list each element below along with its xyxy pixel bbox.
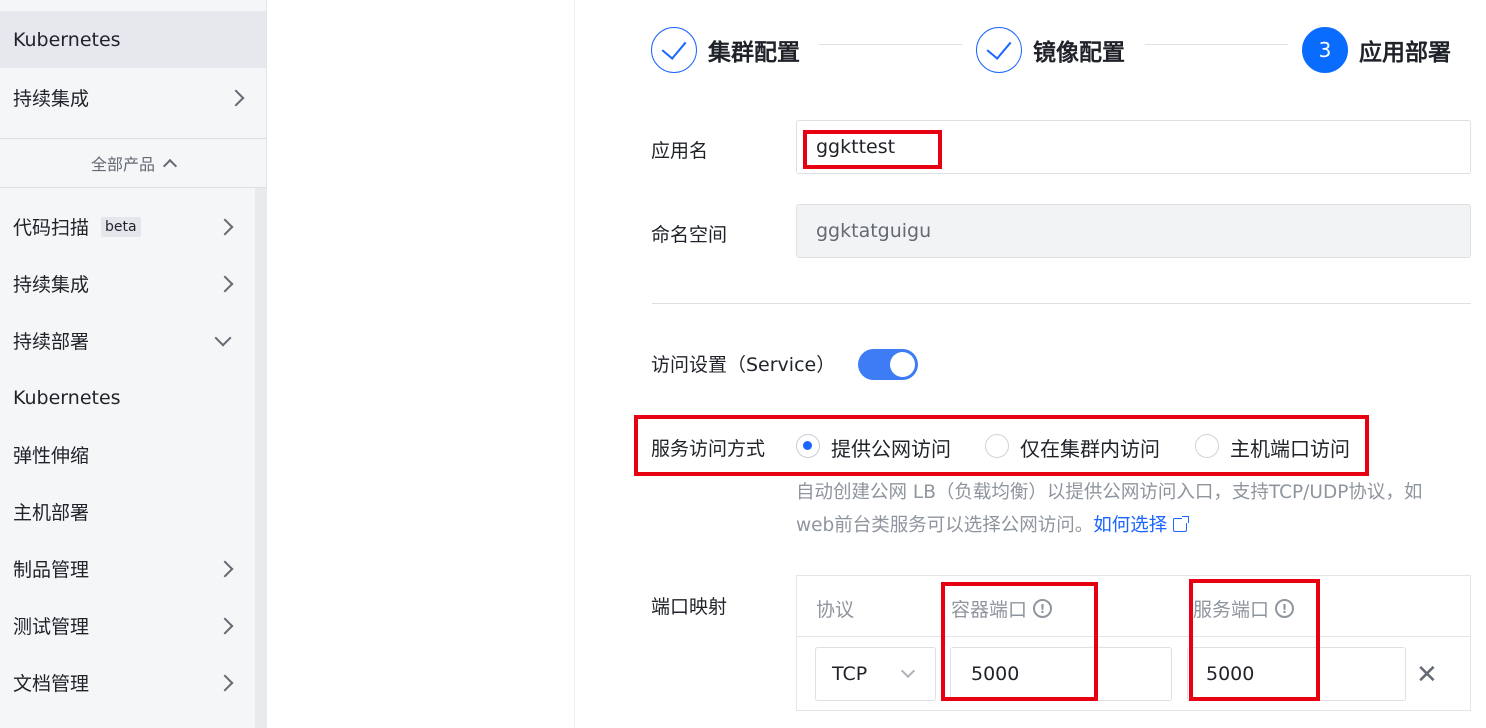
app-name-label: 应用名 xyxy=(651,140,709,162)
sidebar-item-label: 弹性伸缩 xyxy=(13,445,90,467)
chevron-right-icon xyxy=(216,617,234,634)
step-label: 镜像配置 xyxy=(1033,40,1125,66)
chevron-right-icon xyxy=(216,560,234,577)
namespace-input: ggktatguigu xyxy=(796,204,1471,258)
external-link-icon xyxy=(1173,516,1190,532)
sidebar-item-ci[interactable]: 持续集成 xyxy=(0,255,255,312)
sidebar-item-label: 制品管理 xyxy=(13,559,90,581)
sidebar-item-host-deploy[interactable]: 主机部署 xyxy=(0,483,255,540)
how-to-choose-link[interactable]: 如何选择 xyxy=(1093,515,1190,536)
blank-pane xyxy=(267,0,575,728)
sidebar-item-ci-top[interactable]: 持续集成 xyxy=(0,69,266,126)
all-products-toggle[interactable]: 全部产品 xyxy=(0,138,266,188)
sidebar-item-label: Kubernetes xyxy=(13,386,121,409)
toggle-knob xyxy=(890,352,915,377)
sidebar-item-label: 持续部署 xyxy=(13,331,90,353)
beta-badge: beta xyxy=(101,216,141,237)
step-cluster-config: 集群配置 xyxy=(651,27,800,73)
divider xyxy=(652,303,1471,304)
sidebar-item-code-scan[interactable]: 代码扫描 beta xyxy=(0,198,255,255)
step-label: 应用部署 xyxy=(1359,40,1451,66)
chevron-right-icon xyxy=(216,218,234,235)
sidebar-item-label: Kubernetes xyxy=(13,28,121,51)
chevron-right-icon xyxy=(216,674,234,691)
sidebar-item-testing[interactable]: 测试管理 xyxy=(0,597,255,654)
service-label: 访问设置（Service） xyxy=(651,354,836,376)
step-label: 集群配置 xyxy=(708,40,800,66)
sidebar-item-kubernetes-top[interactable]: Kubernetes xyxy=(0,11,266,68)
divider xyxy=(0,187,266,188)
protocol-select[interactable]: TCP xyxy=(815,647,936,701)
step-image-config: 镜像配置 xyxy=(976,27,1125,73)
step-connector xyxy=(1145,44,1288,45)
sidebar-item-kubernetes[interactable]: Kubernetes xyxy=(0,369,255,426)
sidebar-item-label: 文档管理 xyxy=(13,673,90,695)
check-icon xyxy=(976,27,1022,73)
chevron-right-icon xyxy=(227,89,245,106)
namespace-label: 命名空间 xyxy=(651,224,728,246)
header-text: 协议 xyxy=(816,599,855,621)
step-number: 3 xyxy=(1302,27,1348,73)
step-connector xyxy=(819,44,962,45)
chevron-up-icon xyxy=(162,158,178,174)
link-text: 如何选择 xyxy=(1093,515,1168,536)
access-mode-hint: 自动创建公网 LB（负载均衡）以提供公网访问入口，支持TCP/UDP协议，如we… xyxy=(796,476,1446,542)
sidebar-item-artifacts[interactable]: 制品管理 xyxy=(0,540,255,597)
highlight-box-app-name xyxy=(803,130,942,169)
protocol-value: TCP xyxy=(832,663,868,685)
port-mapping-label: 端口映射 xyxy=(651,596,728,618)
highlight-box-container-port xyxy=(941,582,1098,701)
highlight-box-access-mode xyxy=(634,415,1369,476)
all-products-label: 全部产品 xyxy=(90,155,155,174)
sidebar-item-docs[interactable]: 文档管理 xyxy=(0,654,255,711)
highlight-box-service-port xyxy=(1189,579,1320,701)
sidebar: Kubernetes 持续集成 全部产品 代码扫描 beta 持续集成 持续部署… xyxy=(0,0,267,728)
chevron-right-icon xyxy=(216,275,234,292)
header-protocol: 协议 xyxy=(816,595,854,622)
sidebar-item-label: 持续集成 xyxy=(13,88,90,110)
sidebar-item-label: 代码扫描 xyxy=(13,217,90,239)
sidebar-item-label: 持续集成 xyxy=(13,274,90,296)
check-icon xyxy=(651,27,697,73)
service-toggle[interactable] xyxy=(858,349,918,380)
sidebar-item-cd[interactable]: 持续部署 xyxy=(0,312,255,369)
namespace-value: ggktatguigu xyxy=(816,220,932,242)
chevron-down-icon xyxy=(214,329,232,346)
sidebar-item-autoscaling[interactable]: 弹性伸缩 xyxy=(0,426,255,483)
sidebar-item-label: 主机部署 xyxy=(13,502,90,524)
remove-row-icon[interactable]: ✕ xyxy=(1416,660,1438,690)
table-header: 协议 容器端口 ! 服务端口 ! xyxy=(797,576,1470,637)
sidebar-scrollbar[interactable] xyxy=(255,188,267,728)
port-mapping-table: 协议 容器端口 ! 服务端口 ! TCP 5000 5000 xyxy=(796,575,1471,711)
sidebar-item-label: 测试管理 xyxy=(13,616,90,638)
step-app-deploy: 3 应用部署 xyxy=(1302,27,1451,73)
chevron-down-icon xyxy=(900,663,916,679)
